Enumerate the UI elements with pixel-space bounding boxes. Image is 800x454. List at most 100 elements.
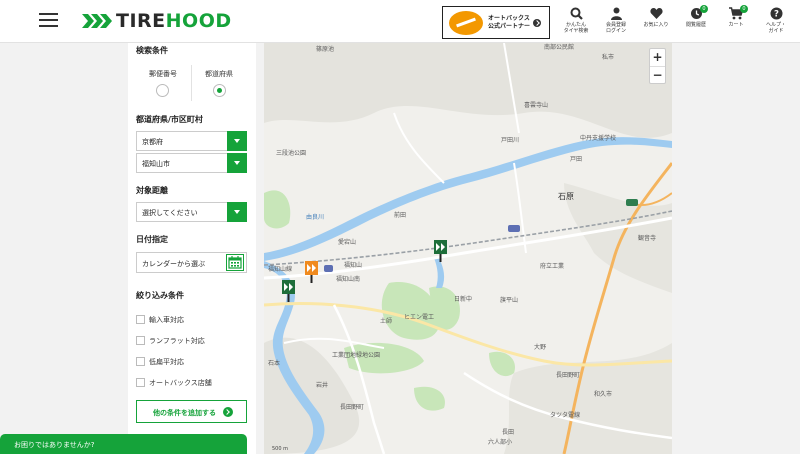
filter-title: 絞り込み条件: [136, 291, 184, 300]
add-condition-button[interactable]: 他の条件を追加する: [136, 400, 247, 423]
radio-label-postal: 郵便番号: [149, 70, 177, 78]
distance-select[interactable]: 選択してください: [136, 202, 247, 222]
map-label: 愛宕山: [338, 238, 356, 246]
site-header: TIREHOOD オートバックス 公式パートナー かんたん タイヤ検索 会員登録ロ…: [0, 0, 800, 43]
map-label: 南部公民館: [544, 43, 574, 51]
map-label: 長田野町: [340, 403, 364, 411]
location-title: 都道府県/市区町村: [136, 115, 203, 124]
heart-icon: [649, 8, 663, 19]
nav-favorites[interactable]: お気に入り: [636, 4, 676, 40]
map-label: 工業団地緑地公園: [332, 351, 380, 359]
nav-history[interactable]: 0 閲覧履歴: [676, 4, 716, 40]
radio-postal-code[interactable]: [156, 84, 169, 97]
filter-label: 輸入車対応: [149, 316, 184, 324]
calendar-icon[interactable]: [226, 254, 244, 271]
date-value: カレンダーから選ぶ: [142, 260, 205, 268]
filter-checkbox-autobacs[interactable]: [136, 378, 145, 387]
distance-title: 対象距離: [136, 186, 168, 195]
map-label: 戸田: [570, 156, 582, 163]
map-label: 観音寺: [638, 234, 656, 242]
logo-chevron-icon: [82, 12, 114, 30]
map-label: 府立工業: [540, 262, 564, 270]
cart-badge: 0: [740, 5, 748, 13]
date-picker[interactable]: カレンダーから選ぶ: [136, 252, 247, 273]
route-shield: [508, 225, 520, 232]
nav-label: お気に入り: [643, 22, 669, 28]
map-label: 喜雲寺山: [524, 101, 548, 109]
map-view[interactable]: 篠原池 南部公民館 私市 喜雲寺山 中丹支援学校 戸田川 戸田 三段池公園 石原…: [264, 43, 672, 454]
city-select[interactable]: 福知山市: [136, 153, 247, 173]
map-label: 土師: [380, 317, 392, 325]
map-label: 日新中: [454, 295, 472, 303]
nav-label: ガイド: [768, 28, 784, 34]
map-label: 私市: [602, 53, 614, 61]
map-label: 岩井: [316, 381, 328, 389]
header-nav: かんたん タイヤ検索 会員登録 ログイン お気に入り 0 閲覧履歴 0 カート ? …: [556, 4, 796, 40]
radio-divider: [191, 65, 192, 101]
map-label: 福知山南: [336, 275, 360, 283]
map-label: 長田野町: [556, 371, 580, 379]
person-icon: [610, 7, 622, 20]
nav-cart[interactable]: 0 カート: [716, 4, 756, 40]
nav-login[interactable]: 会員登録 ログイン: [596, 4, 636, 40]
map-label: 石原: [558, 192, 574, 201]
chevron-down-icon: [227, 153, 247, 173]
autobacs-logo: [449, 10, 483, 35]
add-condition-label: 他の条件を追加する: [153, 409, 216, 417]
partner-line1: オートバックス: [488, 14, 530, 22]
map-label: 篠原池: [316, 45, 334, 53]
map-label: 長田: [502, 429, 514, 436]
chevron-down-icon: [227, 131, 247, 151]
help-bar[interactable]: お困りではありませんか?: [0, 434, 247, 454]
nav-tire-search[interactable]: かんたん タイヤ検索: [556, 4, 596, 40]
filter-label: 低扁平対応: [149, 358, 184, 366]
city-value: 福知山市: [142, 160, 170, 168]
help-icon: ?: [770, 7, 782, 20]
autobacs-partner-banner[interactable]: オートバックス 公式パートナー: [442, 6, 550, 39]
map-label: 中丹支援学校: [580, 134, 616, 142]
map-label: 福知山: [344, 261, 362, 269]
map-label: 由良川: [306, 213, 324, 221]
map-label: ヒエン電工: [404, 314, 434, 321]
nav-label: カート: [728, 22, 744, 28]
svg-text:?: ?: [774, 10, 779, 20]
map-label: 前田: [394, 211, 406, 219]
menu-icon[interactable]: [39, 11, 58, 29]
zoom-out-button[interactable]: −: [650, 66, 665, 83]
zoom-in-button[interactable]: +: [650, 49, 665, 66]
map-zoom-control: + −: [649, 48, 666, 84]
search-conditions-title: 検索条件: [136, 46, 168, 55]
filter-checkbox-import[interactable]: [136, 315, 145, 324]
nav-label: ログイン: [605, 28, 626, 34]
chevron-right-icon: [223, 407, 233, 417]
chevron-down-icon: [227, 202, 247, 222]
map-label: 和久市: [594, 390, 612, 398]
map-label: 戸田川: [501, 137, 519, 144]
nav-label: 閲覧履歴: [685, 22, 706, 28]
map-canvas[interactable]: 篠原池 南部公民館 私市 喜雲寺山 中丹支援学校 戸田川 戸田 三段池公園 石原…: [264, 43, 672, 454]
filter-label: オートバックス店舗: [149, 379, 212, 387]
radio-prefecture[interactable]: [213, 84, 226, 97]
map-label: 三段池公園: [276, 149, 306, 157]
map-label: 大野: [534, 343, 546, 351]
history-badge: 0: [700, 5, 708, 13]
prefecture-select[interactable]: 京都府: [136, 131, 247, 151]
nav-help[interactable]: ? ヘルプ・ ガイド: [756, 4, 796, 40]
partner-line2: 公式パートナー: [488, 22, 531, 30]
map-label: 旗平山: [500, 296, 518, 304]
map-scale: 500 m: [272, 446, 289, 452]
filter-checkbox-low-profile[interactable]: [136, 357, 145, 366]
route-shield: [324, 265, 333, 272]
map-label: 福知山線: [268, 265, 292, 273]
store-pin[interactable]: [305, 261, 318, 283]
map-label: タツタ電線: [550, 411, 580, 419]
site-logo[interactable]: TIREHOOD: [82, 10, 232, 32]
nav-label: タイヤ検索: [563, 28, 589, 34]
search-icon: [570, 7, 583, 20]
filter-checkbox-runflat[interactable]: [136, 336, 145, 345]
filter-label: ランフラット対応: [149, 337, 205, 345]
map-label: 石本: [268, 359, 280, 367]
search-sidebar: 検索条件 郵便番号 都道府県 都道府県/市区町村 京都府 福知山市 対象距離 選…: [128, 43, 256, 454]
date-title: 日付指定: [136, 235, 168, 244]
help-bar-label: お困りではありませんか?: [14, 441, 95, 449]
